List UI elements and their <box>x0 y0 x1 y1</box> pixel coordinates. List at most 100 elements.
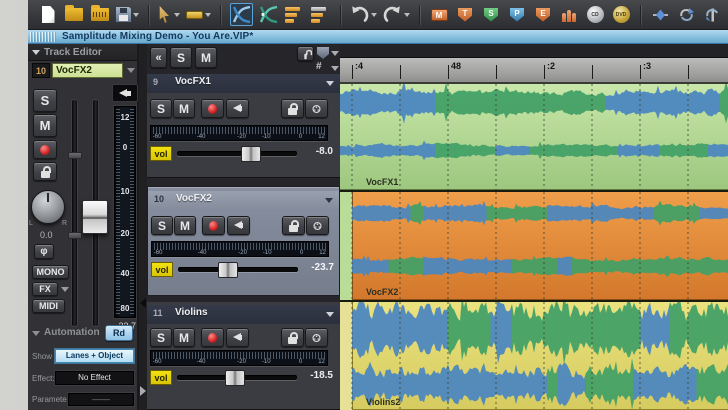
play-cursor-mode-button[interactable] <box>650 3 670 27</box>
mixer-button[interactable]: M <box>429 3 449 27</box>
parameter-select[interactable]: –––– <box>68 393 134 406</box>
project-options-button[interactable]: P <box>507 3 527 27</box>
monitor-button[interactable] <box>226 328 249 347</box>
panel-splitter[interactable] <box>139 44 147 410</box>
track-lane-violins[interactable]: Violins2 <box>340 302 728 410</box>
snap-dropdown-icon[interactable] <box>331 51 339 56</box>
sound-control-button[interactable]: S <box>481 3 501 27</box>
undo-button[interactable] <box>350 3 377 27</box>
grid-dropdown-icon[interactable] <box>331 66 339 71</box>
punch-record-button[interactable] <box>702 3 722 27</box>
expand-right-icon[interactable] <box>140 386 146 396</box>
solo-button[interactable]: S <box>33 89 57 112</box>
record-arm-button[interactable] <box>201 99 224 118</box>
global-mute-button[interactable]: M <box>195 47 217 68</box>
solo-button[interactable]: S <box>151 216 173 235</box>
automation-read-button[interactable]: Rd <box>105 325 133 341</box>
track-menu-icon[interactable] <box>326 81 334 86</box>
track-name-dropdown-icon[interactable] <box>127 68 135 73</box>
volume-slider-handle[interactable] <box>218 262 238 278</box>
freeze-button[interactable] <box>305 99 328 118</box>
track-name-input[interactable]: VocFX2 <box>52 63 123 78</box>
pan-fader-mark[interactable] <box>68 232 82 239</box>
volume-slider-handle[interactable] <box>241 146 261 162</box>
effects-button[interactable]: E <box>533 3 553 27</box>
ruler-lock-button[interactable] <box>297 46 314 61</box>
mouse-mode-button[interactable] <box>158 3 180 27</box>
mute-button[interactable]: M <box>33 114 57 137</box>
track-menu-icon[interactable] <box>326 312 334 317</box>
import-audio-button[interactable] <box>90 3 110 27</box>
audio-object-violins[interactable] <box>352 302 728 410</box>
solo-button[interactable]: S <box>150 99 172 118</box>
volume-slider-handle[interactable] <box>225 370 245 386</box>
collapse-left-icon[interactable] <box>140 298 146 308</box>
open-project-button[interactable] <box>64 3 84 27</box>
phase-button[interactable]: φ <box>34 244 54 259</box>
midi-button[interactable]: MIDI <box>32 299 65 313</box>
new-project-button[interactable] <box>38 3 58 27</box>
automation-header[interactable]: Automation <box>44 327 100 338</box>
volume-slider[interactable] <box>177 376 297 380</box>
show-select[interactable]: Lanes + Object <box>55 349 134 363</box>
pan-fader-mark[interactable] <box>68 152 82 159</box>
audio-object-vocfx2[interactable] <box>352 192 728 300</box>
lock-button[interactable] <box>282 216 305 235</box>
loop-mode-button[interactable] <box>676 3 696 27</box>
record-arm-button[interactable] <box>202 216 225 235</box>
track-title-row[interactable]: 9 VocFX1 <box>147 74 340 93</box>
volume-slider[interactable] <box>177 152 297 156</box>
collapse-all-button[interactable]: « <box>150 47 167 68</box>
fx-button[interactable]: FX <box>32 282 58 296</box>
audio-object-vocfx1[interactable] <box>340 84 728 190</box>
mono-button[interactable]: MONO <box>32 265 69 279</box>
pan-left-label: L <box>29 220 33 227</box>
track-header-vocfx2[interactable]: 10 VocFX2 S M -60-40-20-10012 vol -23.7 <box>147 186 340 296</box>
track-lane-vocfx1[interactable]: VocFX1 <box>340 84 728 190</box>
pan-fader-track[interactable] <box>72 100 77 326</box>
cd-functions-button[interactable]: CD <box>585 3 605 27</box>
lock-button[interactable] <box>281 328 304 347</box>
auto-crossfade-button[interactable] <box>259 3 279 27</box>
collapse-chevron-icon[interactable] <box>32 50 40 55</box>
automation-chevron-icon[interactable] <box>32 331 40 336</box>
effect-select[interactable]: No Effect <box>55 371 134 385</box>
crossfade-editor-button[interactable] <box>230 3 253 26</box>
volume-slider[interactable] <box>178 268 298 272</box>
audio-editors-button[interactable] <box>559 8 579 22</box>
global-solo-button[interactable]: S <box>170 47 192 68</box>
mute-button[interactable]: M <box>174 216 196 235</box>
grid-button[interactable]: # <box>316 61 322 72</box>
monitor-button[interactable] <box>226 99 249 118</box>
pan-knob[interactable] <box>31 190 65 224</box>
mute-button[interactable]: M <box>173 99 195 118</box>
volume-fader-handle[interactable] <box>82 200 108 234</box>
project-titlebar[interactable]: Samplitude Mixing Demo - You Are.VIP* <box>28 30 728 44</box>
redo-button[interactable] <box>383 3 410 27</box>
fade-tool-button[interactable] <box>285 3 305 27</box>
track-lane-vocfx2[interactable]: VocFX2 <box>340 192 728 300</box>
monitor-button[interactable] <box>227 216 250 235</box>
monitor-button[interactable] <box>112 84 138 102</box>
track-header-violins[interactable]: 11 Violins S M -60-40-20-10012 vol -18.5 <box>147 302 340 410</box>
record-arm-button[interactable] <box>33 140 57 159</box>
freeze-button[interactable] <box>306 216 329 235</box>
track-menu-icon[interactable] <box>325 198 333 203</box>
track-editor-header[interactable]: Track Editor <box>28 44 137 61</box>
solo-button[interactable]: S <box>150 328 172 347</box>
track-title-row[interactable]: 11 Violins <box>147 305 340 324</box>
freeze-button[interactable] <box>305 328 328 347</box>
fx-dropdown-icon[interactable] <box>61 287 69 292</box>
lock-button[interactable] <box>33 162 57 181</box>
dvd-functions-button[interactable]: DVD <box>611 3 631 27</box>
mute-button[interactable]: M <box>173 328 195 347</box>
save-button[interactable] <box>116 3 139 27</box>
record-arm-button[interactable] <box>201 328 224 347</box>
object-mode-button[interactable] <box>186 3 211 27</box>
timeline-ruler[interactable]: :448:2:3 <box>340 58 728 84</box>
trackbouncing-button[interactable] <box>311 3 331 27</box>
track-header-vocfx1[interactable]: 9 VocFX1 S M -60-40-20-10012 vol -8.0 <box>147 74 340 178</box>
transport-button[interactable]: T <box>455 3 475 27</box>
lock-button[interactable] <box>281 99 304 118</box>
track-title-row[interactable]: 10 VocFX2 <box>148 191 339 210</box>
